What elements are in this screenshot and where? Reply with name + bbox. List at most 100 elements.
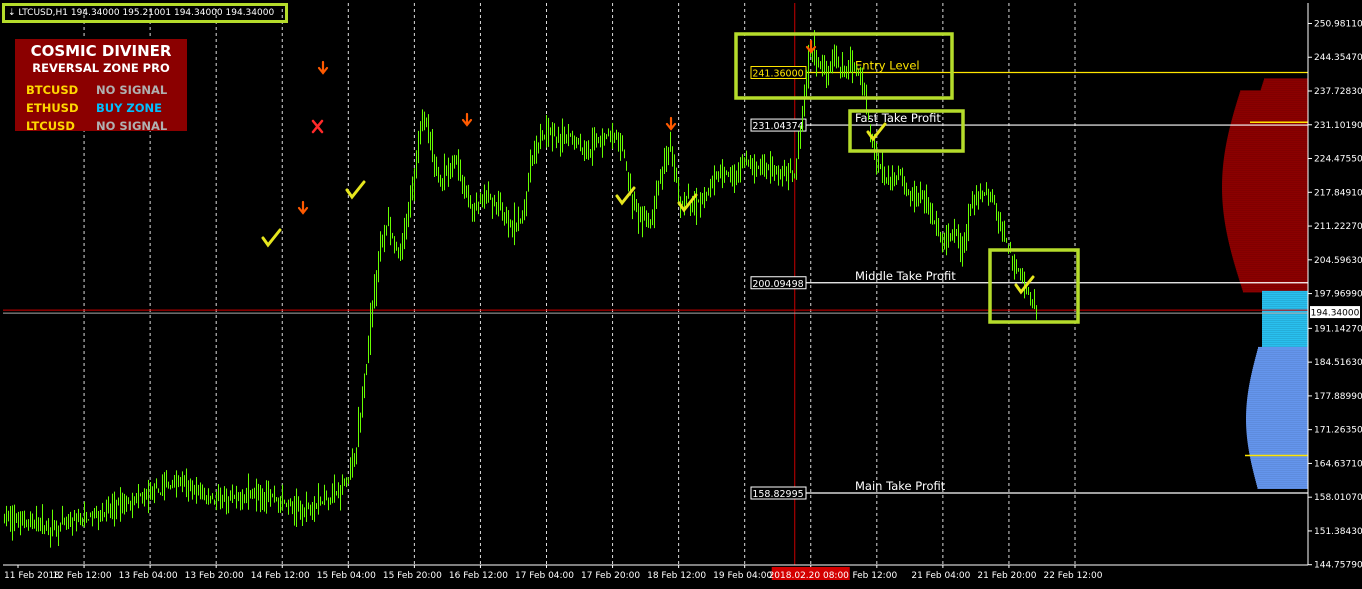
down-arrow-icon [317,60,329,75]
panel-subtitle: REVERSAL ZONE PRO [32,61,170,75]
indicator-panel: COSMIC DIVINER REVERSAL ZONE PRO BTCUSD N… [15,39,187,133]
sell-zone-bar [1262,84,1308,87]
sell-zone-bar [1222,196,1308,199]
sell-zone-bar [1226,140,1308,143]
sell-zone-bar [1228,240,1308,243]
sell-zone-bar [1242,288,1308,291]
buy-zone-bar [1262,340,1308,343]
buy-zone-bar [1262,320,1308,323]
buy-zone-bar [1262,322,1308,325]
x-tick-label: 22 Feb 12:00 [1043,571,1102,581]
sell-zone-bar [1235,104,1308,107]
accumulation-zone-bar [1249,450,1308,453]
accumulation-zone-bar [1246,434,1308,437]
sell-zone-bar [1222,178,1308,181]
accumulation-zone-bar [1247,440,1308,443]
sell-zone-bar [1238,276,1308,279]
accumulation-zone-bar [1246,418,1308,421]
x-tick-label: 21 Feb 04:00 [911,571,970,581]
sell-zone-bar [1235,106,1308,109]
y-tick-label: 250.98110 [1314,19,1362,29]
buy-zone-bar [1262,336,1308,339]
sell-zone-bar [1222,190,1308,193]
accumulation-zone-bar [1251,370,1308,373]
sell-zone-bar [1239,92,1308,95]
accumulation-zone-bar [1248,390,1308,393]
accumulation-zone-bar [1248,388,1308,391]
down-arrow-icon [665,116,677,131]
accumulation-zone-bar [1256,352,1308,355]
down-arrow-icon [461,112,473,127]
x-tick-label: 19 Feb 04:00 [713,571,772,581]
sell-zone-bar [1232,254,1308,257]
x-tick-label: 13 Feb 20:00 [185,571,244,581]
sell-zone-bar [1223,210,1308,213]
x-tick-label: 2018.02.20 08:00 [769,571,850,581]
buy-zone-bar [1262,316,1308,319]
sell-zone-bar [1224,154,1308,157]
x-tick-label: 14 Feb 12:00 [251,571,310,581]
accumulation-zone-bar [1248,386,1308,389]
accumulation-zone-bar [1253,472,1308,475]
y-tick-label: 231.10190 [1314,121,1362,131]
accumulation-zone-bar [1257,348,1308,351]
sell-zone-bar [1222,194,1308,197]
sell-zone-bar [1222,206,1308,209]
x-tick-label: 13 Feb 04:00 [119,571,178,581]
price-chart: 241.36000 Entry Level 231.04374 Fast Take P… [3,3,1362,581]
y-tick-label: 217.84910 [1314,188,1362,198]
accumulation-zone-bar [1250,458,1308,461]
level-name: Entry Level [855,58,920,72]
accumulation-zone-bar [1251,460,1308,463]
y-tick-label: 204.59630 [1314,256,1362,266]
sell-zone-bar [1226,228,1308,231]
accumulation-zone-bar [1252,466,1308,469]
accumulation-zone-bar [1255,480,1308,483]
level-name: Fast Take Profit [855,111,941,125]
current-price-label: 194.34000 [1311,309,1360,319]
y-tick-label: 224.47550 [1314,155,1362,165]
sell-zone-bar [1241,284,1308,287]
sell-zone-bar [1233,260,1308,263]
accumulation-zone-bar [1254,476,1308,479]
buy-zone-bar [1262,338,1308,341]
sell-zone-bar [1264,78,1308,81]
sell-zone-bar [1240,90,1308,93]
sell-zone-bar [1224,220,1308,223]
sell-zone-bar [1236,270,1308,273]
sell-zone-bar [1224,156,1308,159]
y-tick-label: 164.63710 [1314,459,1362,469]
buy-zone-bar [1262,344,1308,347]
accumulation-zone-bar [1252,368,1308,371]
accumulation-zone-bar [1252,468,1308,471]
sell-zone-bar [1229,242,1308,245]
accumulation-zone-bar [1246,412,1308,415]
check-icon [261,228,282,248]
check-icon [677,193,698,213]
sell-zone-bar [1223,164,1308,167]
accumulation-zone-bar [1250,456,1308,459]
check-icon [345,180,366,200]
sell-zone-bar [1227,134,1308,137]
accumulation-zone-bar [1254,360,1308,363]
accumulation-zone-bar [1247,442,1308,445]
accumulation-zone-bar [1247,436,1308,439]
sell-zone-bar [1229,128,1308,131]
sell-zone-bar [1237,272,1308,275]
accumulation-zone-bar [1250,378,1308,381]
y-tick-label: 151.38430 [1314,527,1362,537]
accumulation-zone-bar [1251,372,1308,375]
row-status: NO SIGNAL [96,119,168,133]
collapse-icon[interactable]: ⇣ [8,8,16,18]
level-name: Middle Take Profit [855,269,956,283]
sell-zone-bar [1229,126,1308,129]
x-tick-label: 21 Feb 20:00 [977,571,1036,581]
accumulation-zone-bar [1247,396,1308,399]
y-tick-label: 191.14270 [1314,324,1362,334]
sell-zone-bar [1226,142,1308,145]
accumulation-zone-bar [1247,398,1308,401]
cross-icon [311,119,324,134]
accumulation-zone-bar [1254,358,1308,361]
x-tick-label: 15 Feb 04:00 [317,571,376,581]
sell-zone-bar [1233,258,1308,261]
